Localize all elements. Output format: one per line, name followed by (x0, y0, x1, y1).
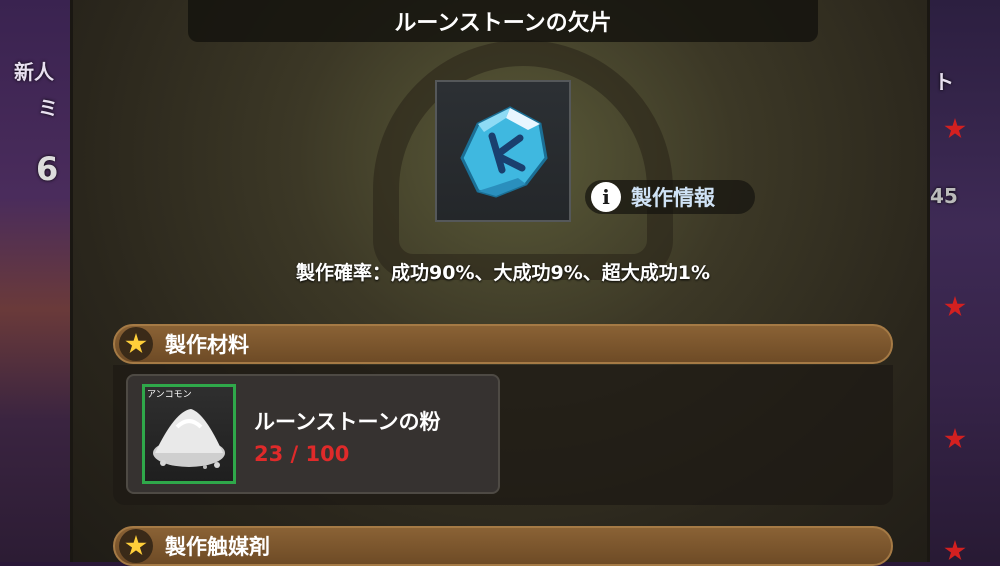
background-scene-right: ト 45 (930, 0, 1000, 562)
material-item[interactable]: アンコモン ルーンストーンの粉 23 / 100 (126, 374, 500, 494)
background-text: ミ (38, 96, 58, 120)
catalyst-section-label: 製作触媒剤 (165, 535, 270, 559)
star-icon (119, 529, 153, 563)
title-bar: ルーンストーンの欠片 (188, 0, 818, 42)
star-icon (944, 296, 966, 317)
material-count: 23 / 100 (254, 442, 350, 466)
background-text: ト (934, 70, 954, 94)
craft-info-button[interactable]: i 製作情報 (585, 180, 755, 214)
craft-rate-text: 製作確率：成功90%、大成功9%、超大成功1% (296, 262, 710, 284)
rarity-tag: アンコモン (147, 390, 192, 400)
material-thumbnail[interactable]: アンコモン (142, 384, 236, 484)
page-title: ルーンストーンの欠片 (394, 11, 612, 36)
star-icon (944, 118, 966, 139)
rune-stone-powder-icon (153, 409, 225, 469)
material-name: ルーンストーンの粉 (254, 410, 441, 434)
info-icon: i (591, 182, 621, 212)
item-preview[interactable] (435, 80, 571, 222)
star-icon (944, 428, 966, 449)
materials-section-label: 製作材料 (165, 333, 249, 357)
star-icon (944, 540, 966, 561)
background-text: 新人 (14, 60, 54, 84)
catalyst-section-header: 製作触媒剤 (113, 526, 893, 566)
star-icon (119, 327, 153, 361)
materials-section-header: 製作材料 (113, 324, 893, 364)
craft-info-label: 製作情報 (631, 186, 715, 210)
rune-stone-shard-icon (460, 106, 548, 198)
background-text: 6 (36, 150, 59, 188)
crafting-panel: ルーンストーンの欠片 i 製作情報 製作確率：成功90%、大成功9%、超大成功1… (70, 0, 930, 566)
background-text: 45 (930, 184, 958, 208)
background-scene-left: 新人 ミ 6 (0, 0, 70, 562)
